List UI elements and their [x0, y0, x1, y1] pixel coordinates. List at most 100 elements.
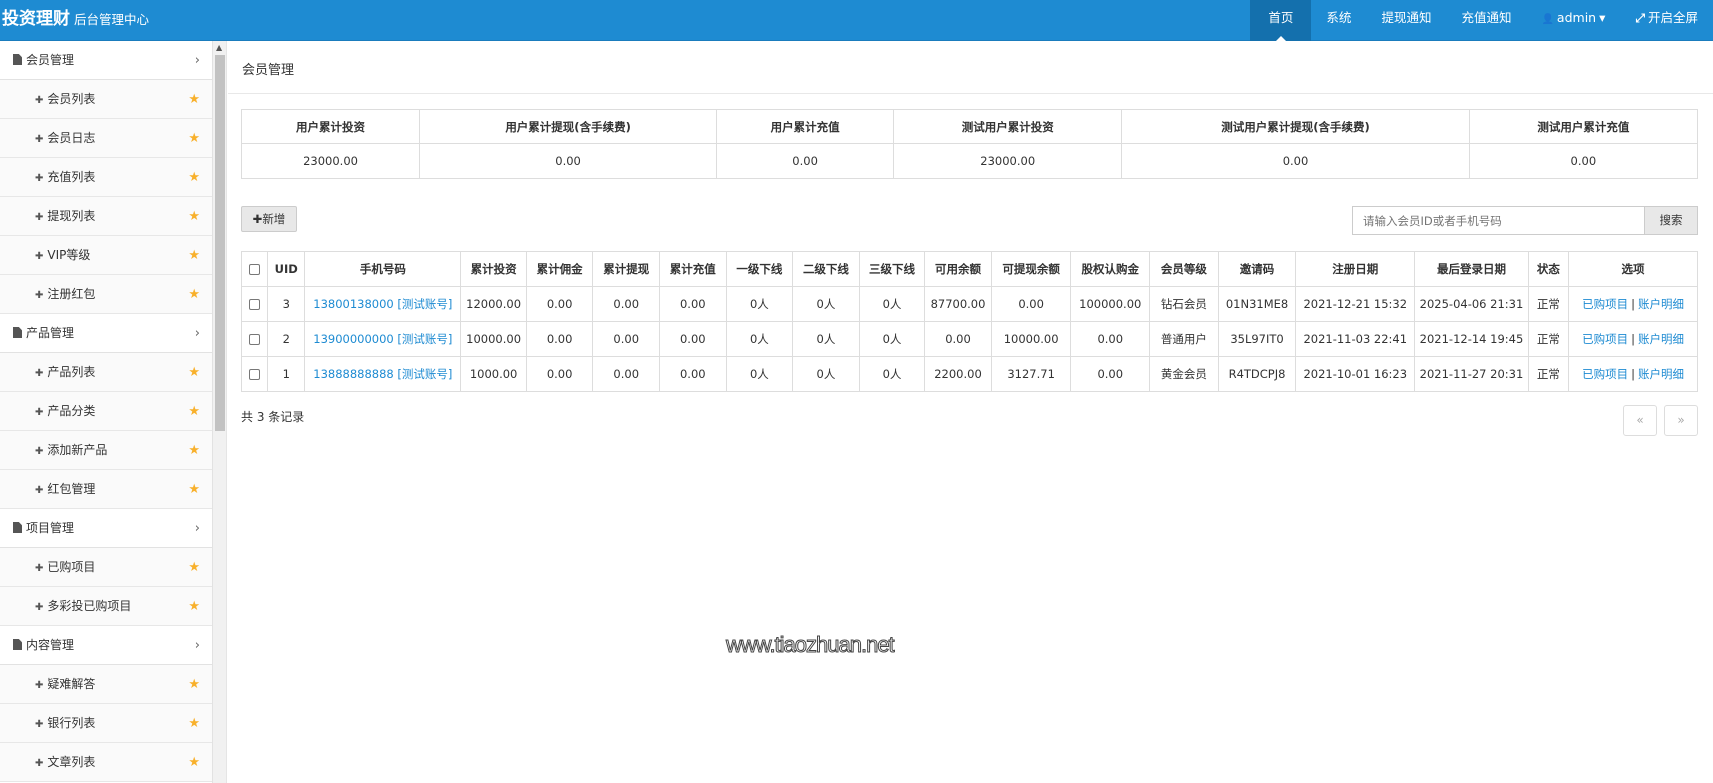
nav-item-1[interactable]: 系统 [1311, 0, 1366, 41]
star-icon[interactable]: ★ [188, 548, 200, 587]
select-all-checkbox[interactable] [249, 264, 261, 275]
cell-options: 已购项目 | 账户明细 [1568, 286, 1698, 322]
row-select-cell [240, 321, 269, 357]
sidebar-group-1[interactable]: 产品管理 › [0, 314, 212, 353]
sidebar-item[interactable]: ✚ 提现列表 ★ [0, 197, 212, 236]
select-all-header [240, 251, 269, 287]
star-icon[interactable]: ★ [188, 470, 200, 509]
star-icon[interactable]: ★ [188, 353, 200, 392]
sidebar-group-2[interactable]: 项目管理 › [0, 509, 212, 548]
sidebar-item-label: 会员日志 [47, 131, 96, 145]
sidebar-item[interactable]: ✚ VIP等级 ★ [0, 236, 212, 275]
plus-icon: ✚ [252, 212, 263, 226]
purchased-projects-link[interactable]: 已购项目 [1582, 332, 1628, 346]
sidebar-item-label: 产品分类 [47, 404, 96, 418]
sidebar-scrollbar[interactable]: ▲ [212, 41, 226, 783]
brand[interactable]: 投资理财 后台管理中心 [2, 0, 149, 41]
star-icon[interactable]: ★ [188, 80, 200, 119]
account-details-link[interactable]: 账户明细 [1638, 332, 1684, 346]
file-icon [13, 54, 22, 65]
cell-reg: 2021-11-03 22:41 [1295, 321, 1416, 357]
sidebar-item[interactable]: ✚ 文章列表 ★ [0, 743, 212, 782]
stats-header: 测试用户累计充值 [1468, 109, 1699, 144]
cell-l2: 0人 [792, 321, 860, 357]
puzzle-icon: ✚ [35, 290, 44, 301]
account-details-link[interactable]: 账户明细 [1638, 367, 1684, 381]
nav-item-4[interactable]: 👤 admin ▾ [1526, 0, 1620, 41]
cell-commission: 0.00 [525, 286, 594, 322]
scrollbar-thumb[interactable] [215, 55, 225, 431]
sidebar-item[interactable]: ✚ 会员列表 ★ [0, 80, 212, 119]
star-icon[interactable]: ★ [188, 158, 200, 197]
row-checkbox[interactable] [249, 299, 261, 310]
stats-value: 0.00 [1468, 143, 1699, 179]
cell-status: 正常 [1527, 286, 1570, 322]
sidebar-item[interactable]: ✚ 添加新产品 ★ [0, 431, 212, 470]
star-icon[interactable]: ★ [188, 119, 200, 158]
cell-recharge: 0.00 [659, 356, 727, 392]
scroll-up-icon[interactable]: ▲ [216, 43, 222, 52]
sidebar-item[interactable]: ✚ 多彩投已购项目 ★ [0, 587, 212, 626]
record-count: 共 3 条记录 [241, 410, 305, 424]
row-checkbox[interactable] [249, 369, 261, 380]
cell-uid: 3 [267, 286, 306, 322]
add-button-label: 新增 [262, 212, 286, 226]
sidebar-group-0[interactable]: 会员管理 › [0, 41, 212, 80]
sidebar-item-label: 提现列表 [47, 209, 96, 223]
sidebar-item[interactable]: ✚ 已购项目 ★ [0, 548, 212, 587]
sidebar-item[interactable]: ✚ 产品分类 ★ [0, 392, 212, 431]
cell-l1: 0人 [725, 286, 794, 322]
sidebar-group-3[interactable]: 内容管理 › [0, 626, 212, 665]
search-input[interactable] [1352, 206, 1645, 235]
star-icon[interactable]: ★ [188, 197, 200, 236]
cell-balance: 87700.00 [924, 286, 992, 322]
nav-item-0[interactable]: 首页 [1250, 0, 1312, 41]
nav-item-3[interactable]: 充值通知 [1446, 0, 1526, 41]
nav-item-5[interactable]: ⤢ 开启全屏 [1620, 0, 1713, 41]
sidebar-item[interactable]: ✚ 充值列表 ★ [0, 158, 212, 197]
link-separator: | [1631, 297, 1635, 311]
sidebar-item[interactable]: ✚ 注册红包 ★ [0, 275, 212, 314]
puzzle-icon: ✚ [35, 446, 44, 457]
cell-commission: 0.00 [525, 321, 594, 357]
phone-link[interactable]: 13888888888 [测试账号] [313, 367, 452, 381]
cell-phone: 13900000000 [测试账号] [304, 321, 462, 357]
sidebar-item[interactable]: ✚ 银行列表 ★ [0, 704, 212, 743]
sidebar-item[interactable]: ✚ 红包管理 ★ [0, 470, 212, 509]
account-details-link[interactable]: 账户明细 [1638, 297, 1684, 311]
cell-last: 2025-04-06 21:31 [1414, 286, 1529, 322]
cell-status: 正常 [1527, 356, 1570, 392]
next-page-button[interactable]: » [1664, 405, 1698, 436]
phone-link[interactable]: 13900000000 [测试账号] [313, 332, 452, 346]
column-header: 状态 [1527, 251, 1570, 287]
row-checkbox[interactable] [249, 334, 261, 345]
star-icon[interactable]: ★ [188, 665, 200, 704]
table-row: 2 13900000000 [测试账号] 10000.00 0.00 0.00 0.00 0… [240, 321, 1698, 357]
stats-value: 23000.00 [240, 143, 421, 179]
stats-header: 用户累计提现(含手续费) [419, 109, 718, 144]
star-icon[interactable]: ★ [188, 743, 200, 782]
search-button[interactable]: 搜索 [1645, 206, 1698, 235]
column-header: 选项 [1568, 251, 1698, 287]
prev-page-button[interactable]: « [1623, 405, 1657, 436]
nav-item-label: 系统 [1326, 10, 1352, 25]
star-icon[interactable]: ★ [188, 236, 200, 275]
cell-l3: 0人 [858, 321, 926, 357]
star-icon[interactable]: ★ [188, 704, 200, 743]
add-button[interactable]: ✚新增 [241, 206, 297, 232]
star-icon[interactable]: ★ [188, 275, 200, 314]
puzzle-icon: ✚ [35, 95, 44, 106]
page-header: 会员管理 [228, 41, 1713, 94]
phone-link[interactable]: 13800138000 [测试账号] [313, 297, 452, 311]
purchased-projects-link[interactable]: 已购项目 [1582, 367, 1628, 381]
sidebar-item[interactable]: ✚ 疑难解答 ★ [0, 665, 212, 704]
star-icon[interactable]: ★ [188, 587, 200, 626]
search-bar: 搜索 [1352, 206, 1698, 235]
sidebar-item[interactable]: ✚ 产品列表 ★ [0, 353, 212, 392]
sidebar-item[interactable]: ✚ 会员日志 ★ [0, 119, 212, 158]
cell-l1: 0人 [725, 356, 794, 392]
star-icon[interactable]: ★ [188, 431, 200, 470]
nav-item-2[interactable]: 提现通知 [1366, 0, 1446, 41]
purchased-projects-link[interactable]: 已购项目 [1582, 297, 1628, 311]
star-icon[interactable]: ★ [188, 392, 200, 431]
